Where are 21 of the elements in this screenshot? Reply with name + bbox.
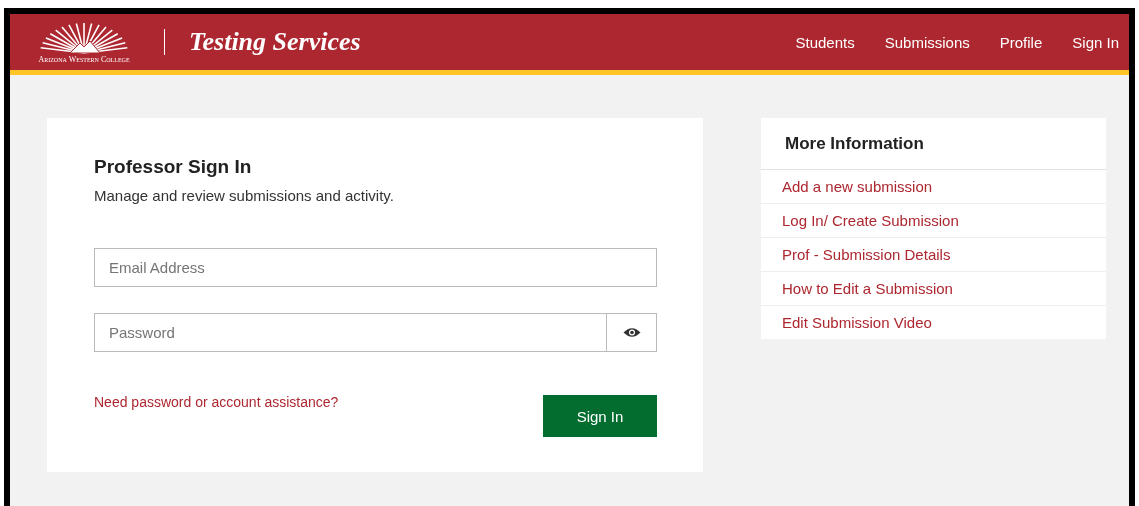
- nav-link[interactable]: Submissions: [884, 33, 970, 51]
- sunburst-logo-icon: [38, 21, 130, 57]
- info-link[interactable]: Add a new submission: [761, 170, 1106, 204]
- show-password-button[interactable]: [607, 313, 657, 352]
- card-title: Professor Sign In: [94, 156, 253, 178]
- logo-caption: Arizona Western College: [38, 57, 130, 63]
- eye-icon: [622, 327, 641, 338]
- sign-in-button[interactable]: Sign In: [543, 395, 657, 437]
- nav-link[interactable]: Sign In: [1072, 33, 1119, 51]
- password-field[interactable]: Password: [94, 313, 607, 352]
- nav-link[interactable]: Profile: [999, 33, 1043, 51]
- help-link[interactable]: Need password or account assistance?: [94, 394, 339, 410]
- nav-link[interactable]: Students: [795, 33, 855, 51]
- info-link[interactable]: Log In/ Create Submission: [761, 204, 1106, 238]
- email-field[interactable]: Email Address: [94, 248, 657, 287]
- card-subtitle: Manage and review submissions and activity.: [94, 187, 395, 204]
- info-link[interactable]: Edit Submission Video: [761, 306, 1106, 339]
- info-link[interactable]: Prof - Submission Details: [761, 238, 1106, 272]
- info-link[interactable]: How to Edit a Submission: [761, 272, 1106, 306]
- panel-title: More Information: [761, 118, 1106, 170]
- site-title: Testing Services: [189, 27, 361, 57]
